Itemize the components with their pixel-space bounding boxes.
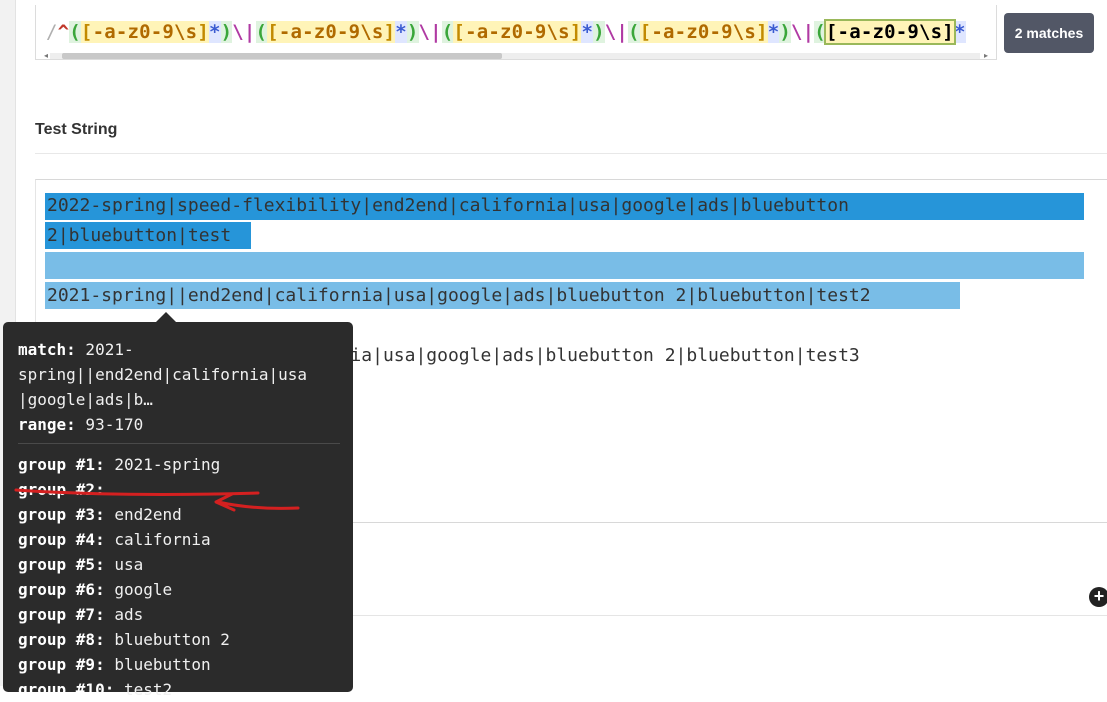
red-annotation [14,488,300,512]
annotation-underline [14,488,260,496]
annotation-arrow-icon [214,492,300,512]
